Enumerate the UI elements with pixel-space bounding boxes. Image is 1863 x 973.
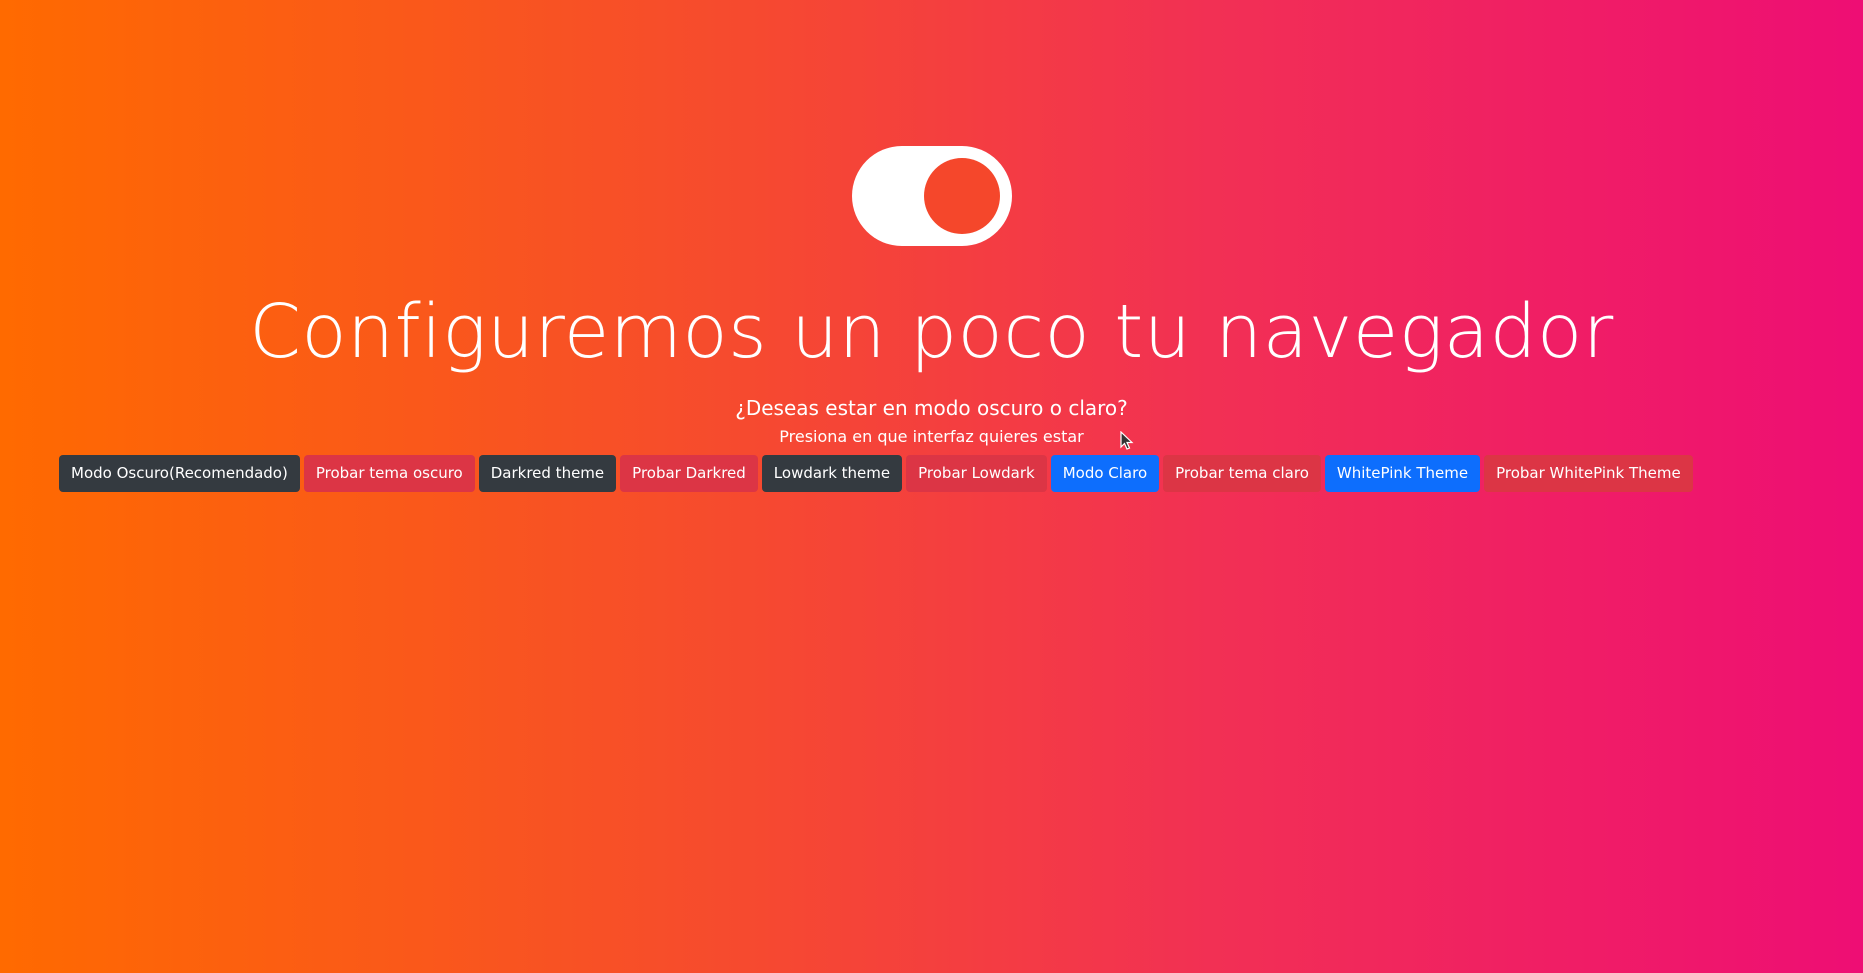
whitepink-theme-button[interactable]: WhitePink Theme: [1324, 455, 1481, 492]
theme-toggle[interactable]: [852, 146, 1012, 246]
try-whitepink-theme-button[interactable]: Probar WhitePink Theme: [1484, 455, 1693, 492]
page-title: Configuremos un poco tu navegador: [249, 289, 1614, 375]
darkred-theme-button[interactable]: Darkred theme: [478, 455, 617, 492]
try-light-theme-button[interactable]: Probar tema claro: [1163, 455, 1321, 492]
toggle-knob: [924, 158, 1000, 234]
lowdark-theme-button[interactable]: Lowdark theme: [761, 455, 903, 492]
dark-mode-button[interactable]: Modo Oscuro(Recomendado): [59, 455, 300, 492]
try-lowdark-button[interactable]: Probar Lowdark: [906, 455, 1047, 492]
theme-button-row: Modo Oscuro(Recomendado) Probar tema osc…: [59, 455, 1809, 492]
try-darkred-button[interactable]: Probar Darkred: [620, 455, 758, 492]
light-mode-button[interactable]: Modo Claro: [1050, 455, 1160, 492]
page-hint: Presiona en que interfaz quieres estar: [779, 427, 1084, 446]
try-dark-theme-button[interactable]: Probar tema oscuro: [303, 455, 475, 492]
page-subtitle: ¿Deseas estar en modo oscuro o claro?: [735, 396, 1128, 420]
